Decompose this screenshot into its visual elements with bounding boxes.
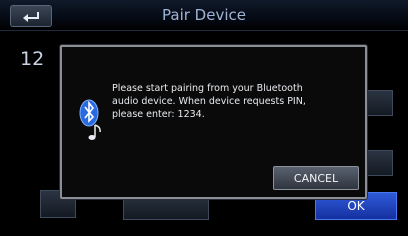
pairing-dialog: Please start pairing from your Bluetooth…	[60, 45, 367, 199]
ok-button-label: OK	[347, 199, 365, 213]
dialog-message: Please start pairing from your Bluetooth…	[112, 83, 306, 120]
pin-entry-field[interactable]: 12	[20, 48, 44, 70]
cancel-button-label: CANCEL	[293, 171, 339, 185]
cancel-button[interactable]: CANCEL	[273, 166, 359, 190]
bluetooth-audio-icon	[79, 99, 101, 140]
header-bar: Pair Device	[0, 0, 408, 31]
page-title: Pair Device	[162, 6, 246, 24]
screen: Pair Device 12 0 OK Please start pairing…	[0, 0, 408, 236]
